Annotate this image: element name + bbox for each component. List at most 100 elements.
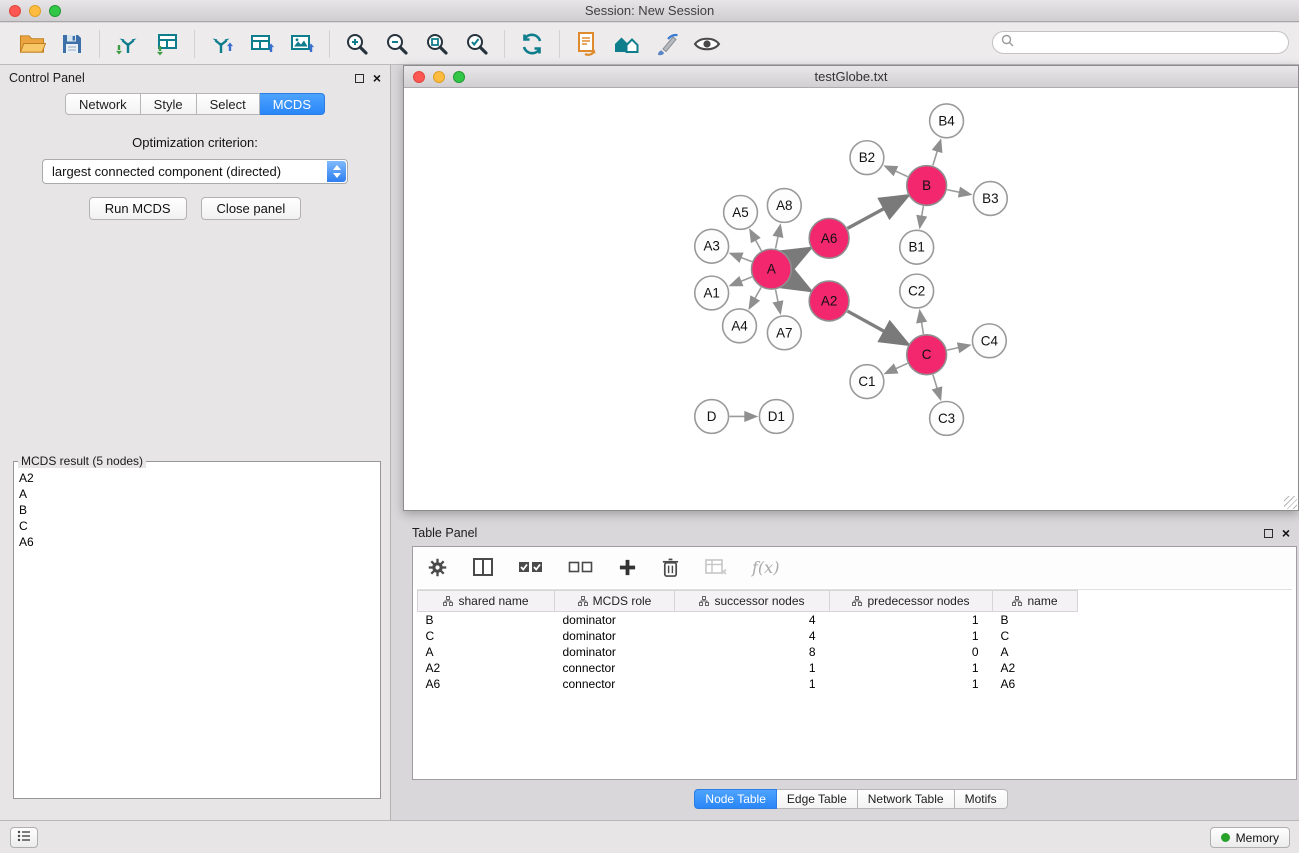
houses-icon[interactable] <box>607 26 647 62</box>
function-builder-button[interactable]: f(x) <box>752 558 779 577</box>
close-table-panel-icon[interactable]: × <box>1282 528 1290 538</box>
cell-predecessor_nodes[interactable]: 1 <box>830 612 993 628</box>
cell-successor_nodes[interactable]: 4 <box>675 628 830 644</box>
cell-name[interactable]: B <box>993 612 1078 628</box>
column-header-mcds-role[interactable]: MCDS role <box>555 591 675 612</box>
cell-name[interactable]: A6 <box>993 676 1078 692</box>
save-icon[interactable] <box>52 26 92 62</box>
column-header-successor-nodes[interactable]: successor nodes <box>675 591 830 612</box>
tab-network-table[interactable]: Network Table <box>858 789 955 809</box>
tab-edge-table[interactable]: Edge Table <box>777 789 858 809</box>
tab-select[interactable]: Select <box>197 93 260 115</box>
graph-node-A6[interactable]: A6 <box>809 218 849 258</box>
cell-name[interactable]: C <box>993 628 1078 644</box>
graph-node-C4[interactable]: C4 <box>972 324 1006 358</box>
tab-motifs[interactable]: Motifs <box>955 789 1008 809</box>
graph-edge-A2-C[interactable] <box>847 311 905 343</box>
search-input[interactable] <box>1019 36 1280 50</box>
graph-node-C3[interactable]: C3 <box>930 402 964 436</box>
export-image-icon[interactable] <box>282 26 322 62</box>
graph-node-A[interactable]: A <box>751 249 791 289</box>
network-window-titlebar[interactable]: testGlobe.txt <box>404 66 1298 88</box>
search-field[interactable] <box>992 31 1289 54</box>
network-minimize-icon[interactable] <box>433 71 445 83</box>
cell-predecessor_nodes[interactable]: 0 <box>830 644 993 660</box>
table-row[interactable]: Cdominator41C <box>418 628 1293 644</box>
mcds-result-item[interactable]: C <box>19 518 375 534</box>
task-history-button[interactable] <box>10 827 38 848</box>
graph-edge-A6-B[interactable] <box>848 197 906 228</box>
graph-edge-C-C1[interactable] <box>886 363 907 373</box>
plus-icon[interactable] <box>618 558 637 577</box>
column-header-predecessor-nodes[interactable]: predecessor nodes <box>830 591 993 612</box>
mcds-result-item[interactable]: B <box>19 502 375 518</box>
graph-edge-C-C3[interactable] <box>933 375 940 399</box>
graph-edge-B-B3[interactable] <box>947 190 970 195</box>
mcds-result-item[interactable]: A6 <box>19 534 375 550</box>
close-panel-icon[interactable]: × <box>373 73 381 83</box>
graph-node-D[interactable]: D <box>695 400 729 434</box>
cell-mcds_role[interactable]: dominator <box>555 628 675 644</box>
mcds-result-item[interactable]: A <box>19 486 375 502</box>
eye-icon[interactable] <box>687 26 727 62</box>
tab-style[interactable]: Style <box>141 93 197 115</box>
close-traffic-light-icon[interactable] <box>9 5 21 17</box>
cell-successor_nodes[interactable]: 1 <box>675 676 830 692</box>
open-folder-icon[interactable] <box>12 26 52 62</box>
table-row[interactable]: A2connector11A2 <box>418 660 1293 676</box>
refresh-icon[interactable] <box>512 26 552 62</box>
tab-network[interactable]: Network <box>65 93 141 115</box>
graph-edge-B-B4[interactable] <box>933 141 941 166</box>
graph-node-A4[interactable]: A4 <box>723 309 757 343</box>
graph-edge-A-A1[interactable] <box>731 277 752 285</box>
table-disabled-icon[interactable] <box>704 557 728 577</box>
graph-edge-A-A8[interactable] <box>776 226 781 249</box>
cell-name[interactable]: A2 <box>993 660 1078 676</box>
table-row[interactable]: Bdominator41B <box>418 612 1293 628</box>
zoom-selected-icon[interactable] <box>457 26 497 62</box>
cell-shared_name[interactable]: C <box>418 628 555 644</box>
network-zoom-icon[interactable] <box>453 71 465 83</box>
graph-node-A5[interactable]: A5 <box>724 195 758 229</box>
column-header-shared-name[interactable]: shared name <box>418 591 555 612</box>
graph-edge-A-A5[interactable] <box>750 231 761 251</box>
memory-button[interactable]: Memory <box>1210 827 1290 848</box>
graph-edge-A-A6[interactable] <box>790 250 808 260</box>
run-mcds-button[interactable]: Run MCDS <box>89 197 187 220</box>
float-panel-icon[interactable] <box>355 74 364 83</box>
graph-node-A1[interactable]: A1 <box>695 276 729 310</box>
network-canvas[interactable]: B4B2BB3A5A8A6B1A3AC2A1A2A4A7C4CC1C3DD1 <box>404 89 1298 510</box>
optimization-dropdown[interactable]: largest connected component (directed) <box>42 159 348 184</box>
unselect-all-icon[interactable] <box>568 558 594 576</box>
minimize-traffic-light-icon[interactable] <box>29 5 41 17</box>
graph-node-B1[interactable]: B1 <box>900 230 934 264</box>
graph-node-B[interactable]: B <box>907 166 947 206</box>
zoom-traffic-light-icon[interactable] <box>49 5 61 17</box>
cell-shared_name[interactable]: A6 <box>418 676 555 692</box>
network-graph[interactable]: B4B2BB3A5A8A6B1A3AC2A1A2A4A7C4CC1C3DD1 <box>404 89 1298 510</box>
cell-mcds_role[interactable]: dominator <box>555 644 675 660</box>
graph-node-A3[interactable]: A3 <box>695 229 729 263</box>
tab-node-table[interactable]: Node Table <box>694 789 777 809</box>
graph-node-C[interactable]: C <box>907 335 947 375</box>
close-panel-button[interactable]: Close panel <box>201 197 302 220</box>
graph-edge-C-C2[interactable] <box>920 312 924 334</box>
graph-node-A2[interactable]: A2 <box>809 281 849 321</box>
table-row[interactable]: A6connector11A6 <box>418 676 1293 692</box>
document-export-icon[interactable] <box>567 26 607 62</box>
import-table-icon[interactable] <box>147 26 187 62</box>
cell-name[interactable]: A <box>993 644 1078 660</box>
column-header-name[interactable]: name <box>993 591 1078 612</box>
graph-node-B2[interactable]: B2 <box>850 141 884 175</box>
graph-node-A7[interactable]: A7 <box>767 316 801 350</box>
cell-mcds_role[interactable]: dominator <box>555 612 675 628</box>
tab-mcds[interactable]: MCDS <box>260 93 325 115</box>
cell-shared_name[interactable]: A2 <box>418 660 555 676</box>
cell-successor_nodes[interactable]: 8 <box>675 644 830 660</box>
cell-shared_name[interactable]: A <box>418 644 555 660</box>
graph-node-C1[interactable]: C1 <box>850 365 884 399</box>
import-network-icon[interactable] <box>107 26 147 62</box>
graph-edge-A-A4[interactable] <box>750 287 761 307</box>
graph-node-C2[interactable]: C2 <box>900 274 934 308</box>
graph-edge-B-B2[interactable] <box>886 167 908 177</box>
